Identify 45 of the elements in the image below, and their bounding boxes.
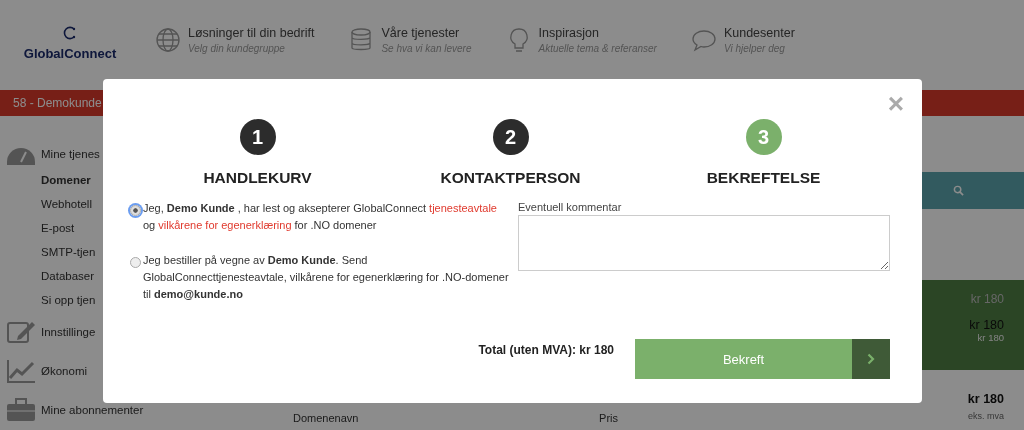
step-number: 3 — [745, 119, 782, 155]
sidebar-item[interactable]: Si opp tjen — [41, 294, 96, 306]
globe-icon[interactable] — [155, 27, 181, 53]
sidebar-item[interactable]: Databaser — [41, 270, 95, 282]
sidebar-item[interactable]: E-post — [41, 222, 75, 234]
step-label: KONTAKTPERSON — [440, 169, 581, 187]
step-label: HANDLEKURV — [203, 169, 312, 187]
option-text: Jeg, Demo Kunde , har lest og aksepterer GlobalConnect tjenesteavtale og vilkårene for egenerklæring for .NO domener — [143, 201, 498, 233]
total-text: Total (uten MVA): kr 180 — [478, 343, 614, 357]
sidebar-item[interactable]: SMTP-tjen — [41, 246, 96, 258]
radio-button[interactable] — [130, 205, 141, 216]
account-label[interactable]: 58 - Demokunde — [13, 96, 102, 110]
column-header: Domenenavn — [293, 412, 359, 424]
total-note: eks. mva — [968, 411, 1004, 421]
edit-icon — [6, 319, 36, 344]
column-header: Pris — [599, 412, 618, 424]
sidebar-item[interactable]: Webhotell — [41, 198, 92, 210]
chevron-right-icon — [867, 353, 875, 365]
step-number: 1 — [239, 119, 276, 155]
sidebar-item[interactable]: Domener — [41, 174, 91, 186]
nav-title[interactable]: Våre tjenester — [381, 26, 472, 40]
briefcase-icon — [6, 397, 36, 422]
comment-field[interactable] — [518, 215, 890, 271]
nav-title[interactable]: Løsninger til din bedrift — [188, 26, 315, 40]
chart-icon — [6, 358, 36, 383]
step-label: BEKREFTELSE — [706, 169, 821, 187]
sidebar-item[interactable]: Mine tjenes — [41, 148, 100, 160]
price-text: kr 180 — [969, 318, 1004, 332]
price-note: kr 180 — [977, 332, 1004, 343]
sidebar-item[interactable]: Økonomi — [41, 364, 88, 377]
price-text: kr 180 — [970, 292, 1004, 306]
sidebar-item[interactable]: Mine abonnementer — [41, 403, 144, 416]
total-price: kr 180 — [967, 392, 1004, 406]
step-number: 2 — [492, 119, 529, 155]
terms-link[interactable]: tjenesteavtale — [429, 202, 497, 214]
logo-text[interactable]: GlobalConnect — [23, 45, 117, 61]
nav-title[interactable]: Inspirasjon — [538, 26, 657, 40]
sidebar-item[interactable]: Innstillinge — [41, 325, 96, 338]
search-icon[interactable] — [953, 185, 964, 196]
terms-link[interactable]: vilkårene for egenerklæring — [158, 219, 292, 231]
chat-icon[interactable] — [690, 27, 717, 53]
comment-label: Eventuell kommentar — [518, 201, 623, 213]
nav-title[interactable]: Kundesenter — [723, 26, 795, 40]
option-text: Jeg bestiller på vegne av Demo Kunde. Send GlobalConnecttjenesteavtale, vilkårene for egenerklæring for .NO-domener til demo@kunde.no — [143, 253, 510, 302]
radio-button[interactable] — [130, 257, 141, 268]
